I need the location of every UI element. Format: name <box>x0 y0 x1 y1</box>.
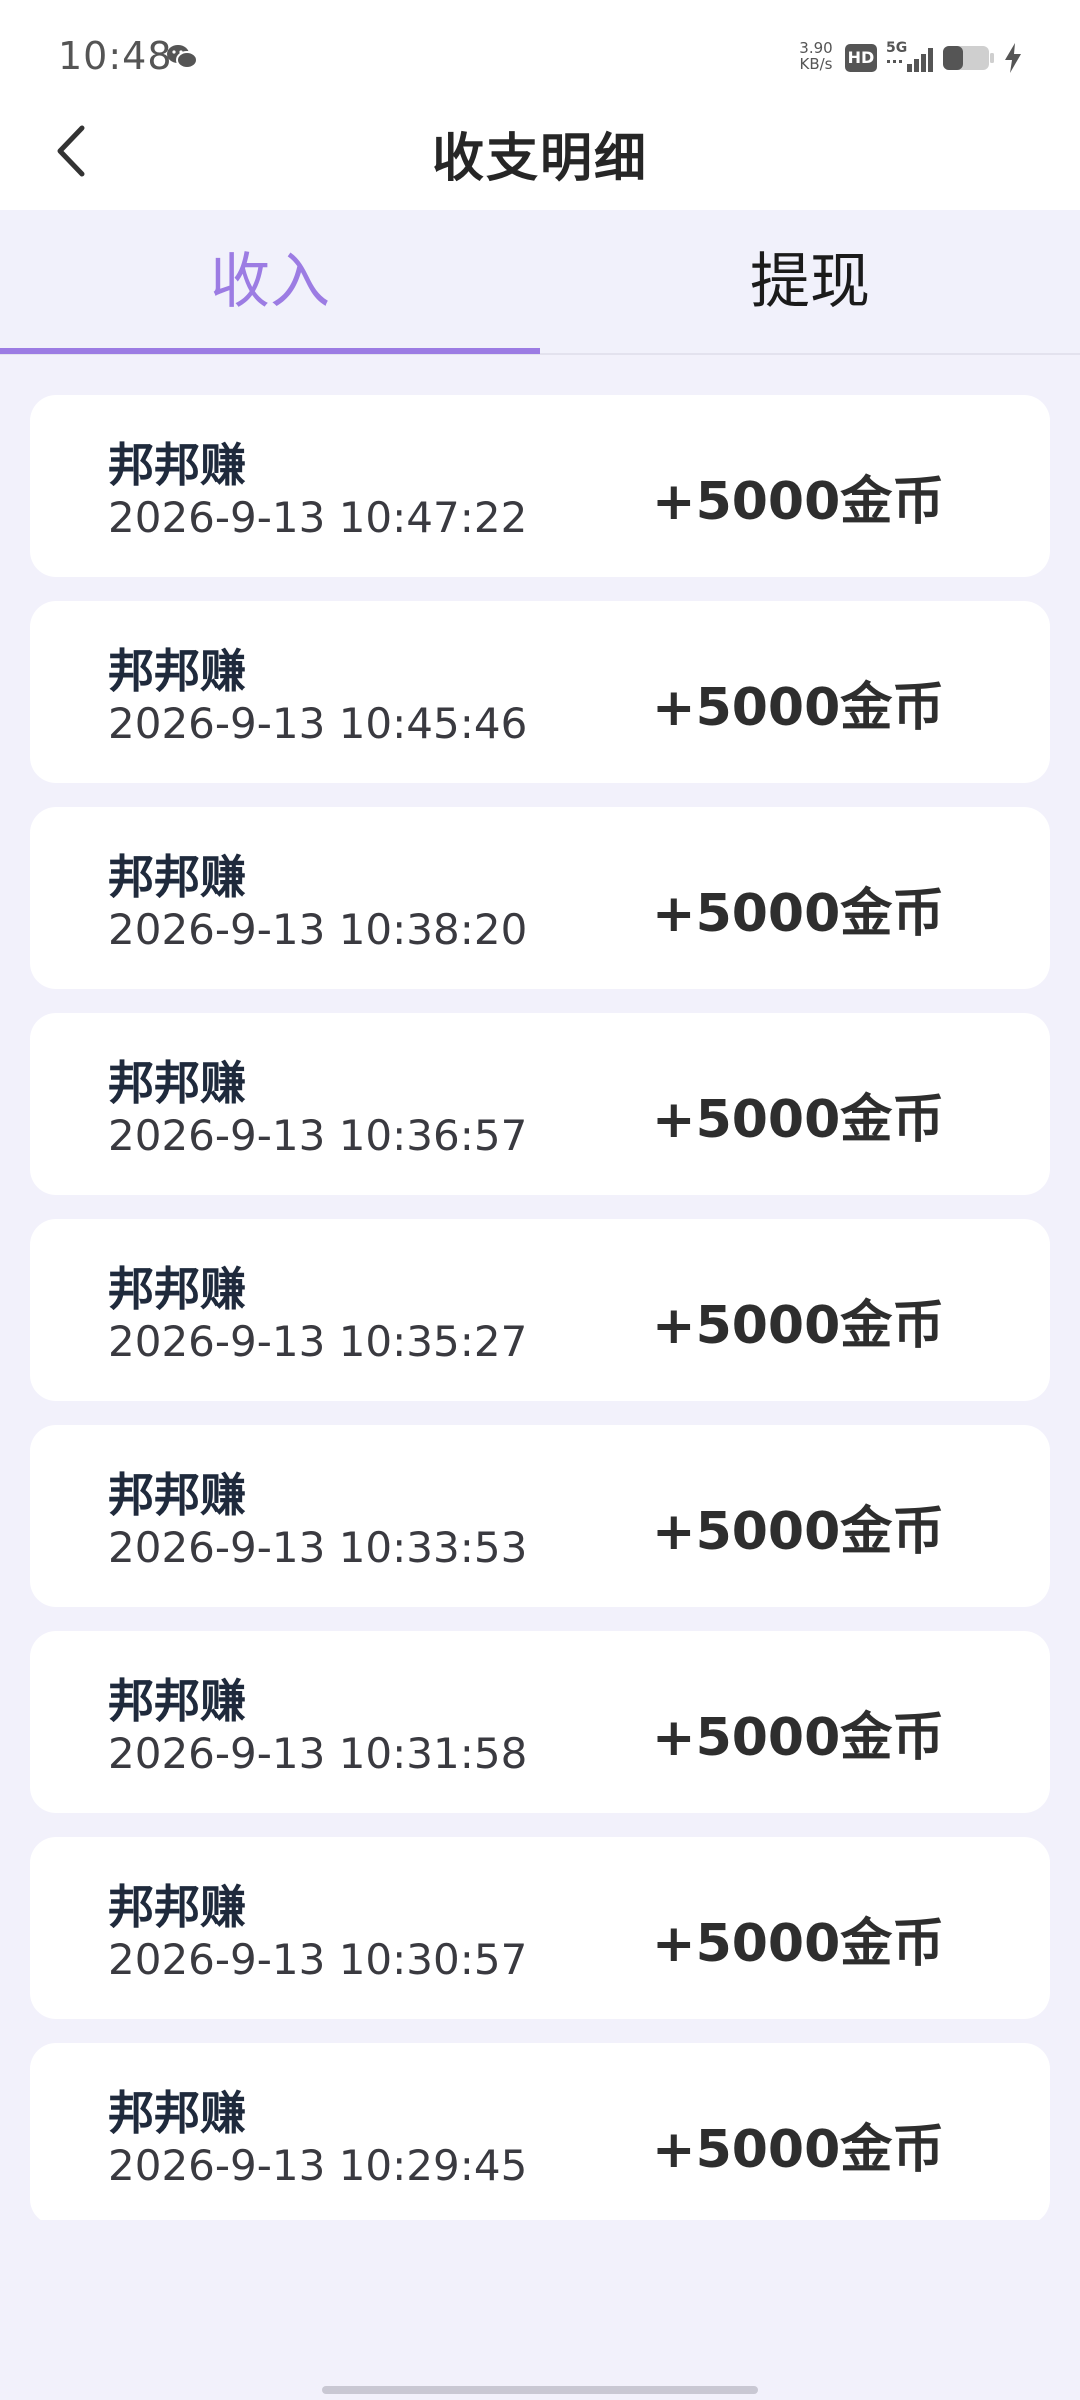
wechat-icon <box>167 45 198 69</box>
record-card[interactable]: 邦邦赚 2026-9-13 10:29:45 +5000金币 <box>30 2043 1050 2220</box>
income-record-list[interactable]: 邦邦赚 2026-9-13 10:47:22 +5000金币 邦邦赚 2026-… <box>0 395 1080 2220</box>
record-amount: +5000金币 <box>652 678 945 738</box>
record-time: 2026-9-13 10:29:45 <box>108 2141 528 2190</box>
record-source: 邦邦赚 <box>108 2086 246 2140</box>
record-amount: +5000金币 <box>652 472 945 532</box>
record-card[interactable]: 邦邦赚 2026-9-13 10:33:53 +5000金币 <box>30 1425 1050 1607</box>
record-amount: +5000金币 <box>652 2120 945 2180</box>
record-card[interactable]: 邦邦赚 2026-9-13 10:31:58 +5000金币 <box>30 1631 1050 1813</box>
record-amount: +5000金币 <box>652 884 945 944</box>
record-source: 邦邦赚 <box>108 1880 246 1934</box>
hd-icon: HD <box>845 44 877 72</box>
home-indicator[interactable] <box>322 2386 758 2394</box>
record-amount: +5000金币 <box>652 1090 945 1150</box>
network-label: 5G <box>886 40 907 56</box>
record-card[interactable]: 邦邦赚 2026-9-13 10:36:57 +5000金币 <box>30 1013 1050 1195</box>
record-time: 2026-9-13 10:38:20 <box>108 905 528 954</box>
record-card[interactable]: 邦邦赚 2026-9-13 10:38:20 +5000金币 <box>30 807 1050 989</box>
record-card[interactable]: 邦邦赚 2026-9-13 10:45:46 +5000金币 <box>30 601 1050 783</box>
record-source: 邦邦赚 <box>108 1674 246 1728</box>
record-source: 邦邦赚 <box>108 644 246 698</box>
record-amount: +5000金币 <box>652 1502 945 1562</box>
signal-5g-icon: 5G <box>886 40 933 72</box>
record-card[interactable]: 邦邦赚 2026-9-13 10:35:27 +5000金币 <box>30 1219 1050 1401</box>
record-time: 2026-9-13 10:36:57 <box>108 1111 528 1160</box>
record-source: 邦邦赚 <box>108 1056 246 1110</box>
tab-withdraw[interactable]: 提现 <box>540 210 1080 355</box>
record-amount: +5000金币 <box>652 1296 945 1356</box>
network-speed-value: 3.90 <box>799 39 833 57</box>
record-card[interactable]: 邦邦赚 2026-9-13 10:47:22 +5000金币 <box>30 395 1050 577</box>
record-card[interactable]: 邦邦赚 2026-9-13 10:30:57 +5000金币 <box>30 1837 1050 2019</box>
status-time: 10:48 <box>58 34 173 78</box>
tab-income[interactable]: 收入 <box>0 210 540 355</box>
header: 收支明细 <box>0 80 1080 210</box>
record-source: 邦邦赚 <box>108 850 246 904</box>
network-speed: 3.90 KB/s <box>794 40 838 72</box>
record-source: 邦邦赚 <box>108 438 246 492</box>
record-time: 2026-9-13 10:47:22 <box>108 493 528 542</box>
record-source: 邦邦赚 <box>108 1468 246 1522</box>
record-time: 2026-9-13 10:35:27 <box>108 1317 528 1366</box>
record-time: 2026-9-13 10:45:46 <box>108 699 528 748</box>
record-amount: +5000金币 <box>652 1914 945 1974</box>
record-time: 2026-9-13 10:33:53 <box>108 1523 528 1572</box>
page-title: 收支明细 <box>431 129 648 189</box>
record-amount: +5000金币 <box>652 1708 945 1768</box>
record-source: 邦邦赚 <box>108 1262 246 1316</box>
tab-bar: 收入 提现 <box>0 210 1080 355</box>
active-tab-indicator <box>0 348 540 354</box>
record-time: 2026-9-13 10:30:57 <box>108 1935 528 1984</box>
record-time: 2026-9-13 10:31:58 <box>108 1729 528 1778</box>
battery-icon <box>943 46 994 70</box>
network-speed-unit: KB/s <box>799 55 833 73</box>
charging-icon <box>1005 43 1021 73</box>
